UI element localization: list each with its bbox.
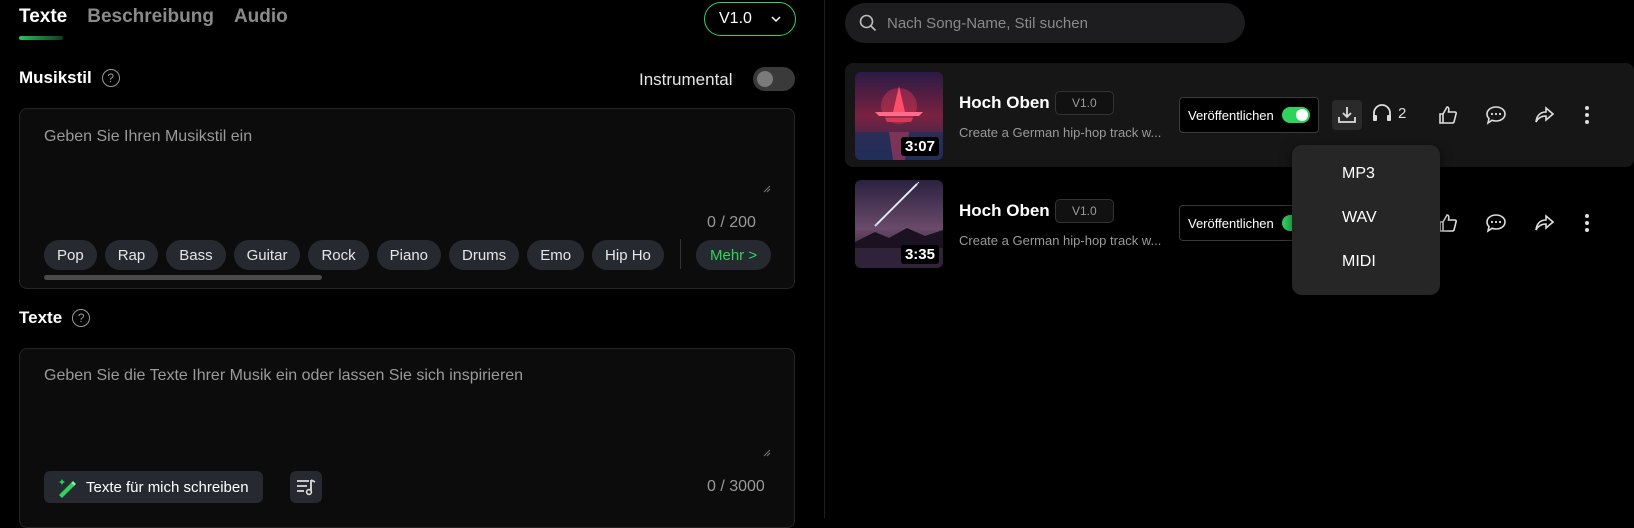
- texte-box: Geben Sie die Texte Ihrer Musik ein oder…: [19, 348, 795, 528]
- search-input[interactable]: [887, 14, 1227, 32]
- create-panel: Texte Beschreibung Audio V1.0 Musikstil …: [0, 0, 824, 528]
- chip-piano[interactable]: Piano: [376, 240, 442, 270]
- instrumental-label: Instrumental: [639, 70, 733, 89]
- active-tab-indicator: [19, 36, 63, 40]
- search-icon: [859, 14, 877, 32]
- chip-rap[interactable]: Rap: [104, 240, 159, 270]
- song-item[interactable]: 3:07 Hoch Oben V1.0 Create a German hip-…: [845, 63, 1634, 167]
- musikstil-input[interactable]: Geben Sie Ihren Musikstil ein: [44, 128, 252, 146]
- song-version-badge: V1.0: [1055, 91, 1114, 115]
- download-wav-option[interactable]: WAV: [1342, 209, 1377, 227]
- listen-count: 2: [1372, 104, 1406, 122]
- publish-label: Veröffentlichen: [1188, 107, 1274, 123]
- more-options-button[interactable]: [1572, 208, 1602, 238]
- version-select-value: V1.0: [719, 10, 752, 27]
- song-title[interactable]: Hoch Oben: [959, 201, 1050, 221]
- toggle-knob: [757, 71, 773, 87]
- song-item[interactable]: 3:35 Hoch Oben V1.0 Create a German hip-…: [845, 171, 1634, 275]
- songs-panel: 3:07 Hoch Oben V1.0 Create a German hip-…: [825, 0, 1634, 518]
- comment-icon: [1486, 106, 1506, 125]
- more-options-button[interactable]: [1572, 100, 1602, 130]
- share-button[interactable]: [1529, 208, 1559, 238]
- publish-label: Veröffentlichen: [1188, 215, 1274, 231]
- help-icon[interactable]: ?: [101, 69, 120, 87]
- song-duration: 3:07: [900, 137, 939, 156]
- song-description: Create a German hip-hop track w...: [959, 233, 1162, 248]
- lyrics-input[interactable]: Geben Sie die Texte Ihrer Musik ein oder…: [44, 367, 523, 385]
- chip-drums[interactable]: Drums: [449, 240, 520, 270]
- lyrics-format-button[interactable]: [290, 471, 322, 503]
- song-cover[interactable]: 3:07: [855, 72, 943, 160]
- chip-emo[interactable]: Emo: [527, 240, 585, 270]
- download-midi-option[interactable]: MIDI: [1342, 253, 1376, 271]
- instrumental-toggle[interactable]: [753, 67, 795, 91]
- chips-divider: [680, 239, 681, 269]
- mode-tabs: Texte Beschreibung Audio: [19, 6, 288, 28]
- style-chips: Pop Rap Bass Guitar Rock Piano Drums Emo…: [44, 240, 670, 270]
- tab-texte[interactable]: Texte: [19, 6, 67, 28]
- write-lyrics-button[interactable]: Texte für mich schreiben: [44, 471, 263, 503]
- song-search[interactable]: [845, 3, 1245, 43]
- listen-count-value: 2: [1398, 104, 1407, 122]
- more-vertical-icon: [1585, 214, 1589, 232]
- song-cover[interactable]: 3:35: [855, 180, 943, 268]
- comment-button[interactable]: [1481, 208, 1511, 238]
- share-icon: [1535, 214, 1554, 231]
- more-vertical-icon: [1585, 106, 1589, 124]
- song-description: Create a German hip-hop track w...: [959, 125, 1162, 140]
- song-version-badge: V1.0: [1055, 199, 1114, 223]
- comment-button[interactable]: [1481, 100, 1511, 130]
- download-format-menu: MP3 WAV MIDI: [1292, 145, 1440, 295]
- musikstil-header: Musikstil ?: [19, 68, 120, 88]
- chevron-down-icon: [771, 16, 781, 23]
- version-select[interactable]: V1.0: [704, 2, 796, 36]
- like-button[interactable]: [1433, 100, 1463, 130]
- chip-rock[interactable]: Rock: [308, 240, 369, 270]
- download-icon: [1338, 107, 1356, 123]
- write-lyrics-label: Texte für mich schreiben: [86, 478, 249, 496]
- musikstil-label: Musikstil: [19, 68, 92, 87]
- more-styles-button[interactable]: Mehr >: [696, 240, 772, 270]
- share-button[interactable]: [1529, 100, 1559, 130]
- thumbs-up-icon: [1439, 214, 1457, 232]
- musikstil-char-count: 0 / 200: [707, 214, 756, 231]
- resize-handle-icon[interactable]: [763, 449, 771, 457]
- publish-switch[interactable]: [1281, 107, 1310, 123]
- tab-audio[interactable]: Audio: [234, 6, 288, 28]
- thumbs-up-icon: [1439, 106, 1457, 124]
- tab-beschreibung[interactable]: Beschreibung: [87, 6, 214, 28]
- resize-handle-icon[interactable]: [763, 185, 771, 193]
- headphones-icon: [1373, 104, 1391, 121]
- comment-icon: [1486, 214, 1506, 233]
- musikstil-box: Geben Sie Ihren Musikstil ein 0 / 200 Po…: [19, 108, 795, 289]
- magic-pen-icon: [59, 479, 76, 498]
- help-icon[interactable]: ?: [72, 309, 91, 327]
- chip-bass[interactable]: Bass: [166, 240, 226, 270]
- chips-scrollbar[interactable]: [44, 275, 322, 280]
- lyrics-list-icon: [297, 479, 316, 496]
- download-button[interactable]: [1332, 100, 1362, 130]
- download-mp3-option[interactable]: MP3: [1342, 165, 1375, 183]
- chip-guitar[interactable]: Guitar: [233, 240, 301, 270]
- texte-label: Texte: [19, 308, 63, 327]
- song-title[interactable]: Hoch Oben: [959, 93, 1050, 113]
- texte-header: Texte ?: [19, 308, 91, 328]
- song-duration: 3:35: [900, 245, 939, 264]
- share-icon: [1535, 106, 1554, 123]
- chip-pop[interactable]: Pop: [44, 240, 97, 270]
- publish-toggle[interactable]: Veröffentlichen: [1179, 97, 1319, 133]
- chip-hiphop[interactable]: Hip Ho: [592, 240, 664, 270]
- lyrics-char-count: 0 / 3000: [707, 478, 765, 495]
